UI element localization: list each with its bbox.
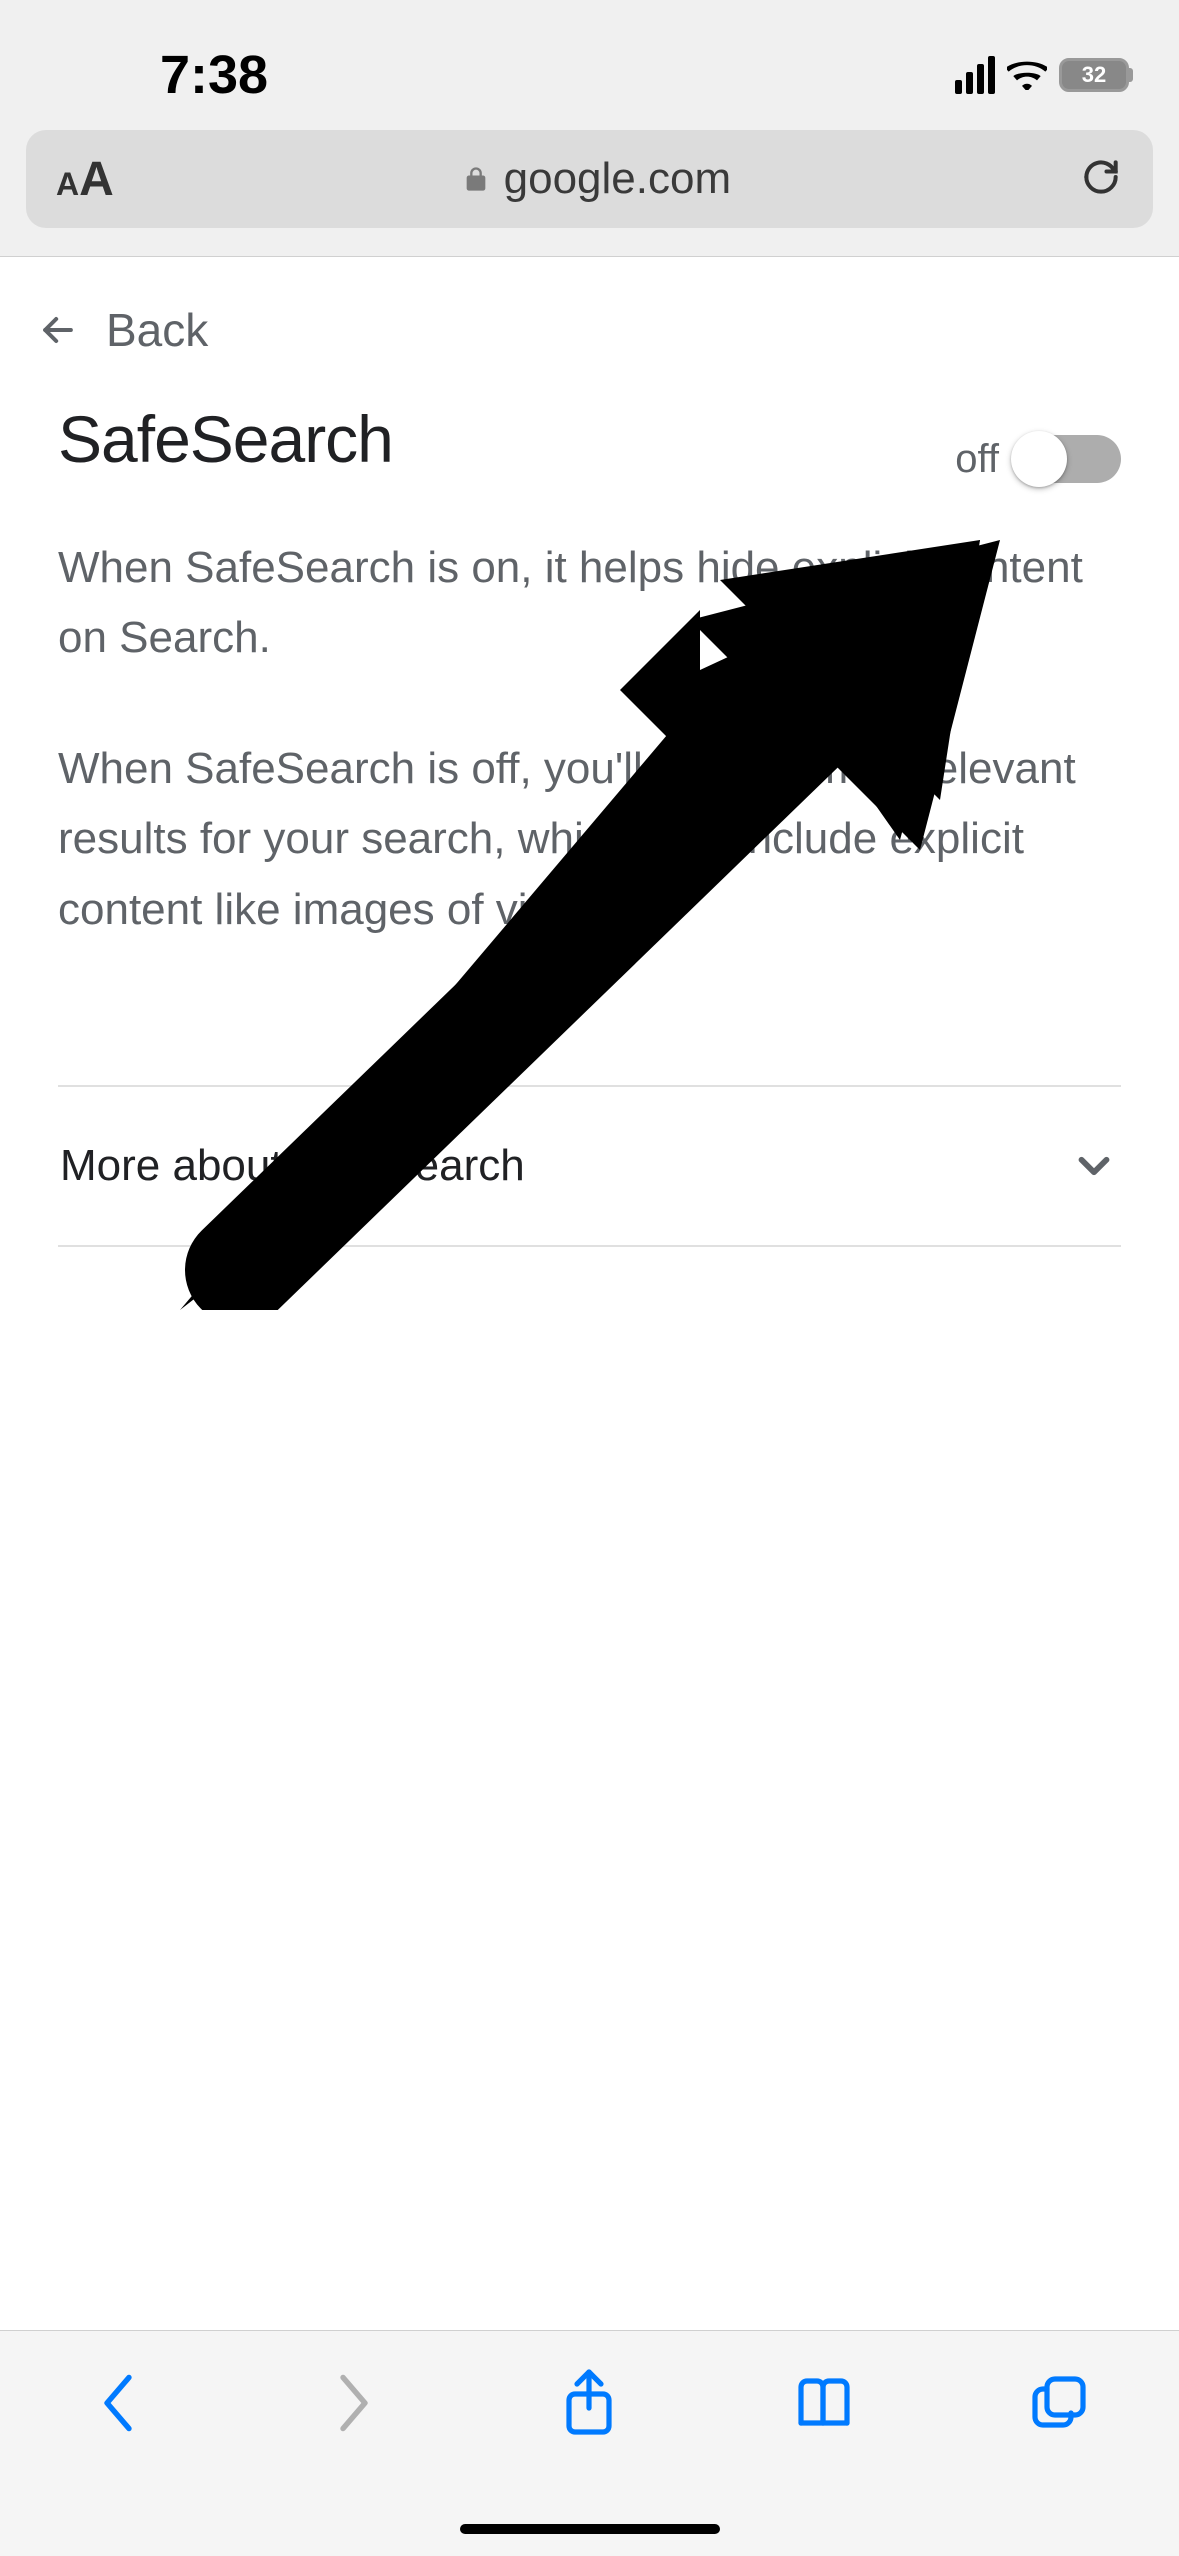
chevron-down-icon [1069,1141,1119,1191]
page-content: Back SafeSearch off When SafeSearch is o… [0,257,1179,1247]
lock-icon [462,165,490,193]
tabs-button[interactable] [1029,2371,1093,2435]
description-paragraph-1: When SafeSearch is on, it helps hide exp… [58,533,1121,674]
cell-signal-icon [955,56,995,94]
clock-time: 7:38 [50,44,268,106]
arrow-left-icon [36,308,80,352]
url-area[interactable]: google.com [114,154,1079,204]
home-indicator[interactable] [460,2524,720,2534]
back-label: Back [106,303,208,357]
page-title: SafeSearch [58,401,393,477]
toggle-knob [1011,431,1067,487]
safesearch-toggle-group: off [955,435,1121,483]
status-bar: 7:38 32 [0,0,1179,110]
address-bar[interactable]: AA google.com [26,130,1153,228]
browser-chrome: AA google.com [0,110,1179,257]
more-section: More about SafeSearch [58,1085,1121,1247]
safari-bottom-toolbar [0,2330,1179,2556]
battery-icon: 32 [1059,58,1129,92]
description-paragraph-2: When SafeSearch is off, you'll see the m… [58,734,1121,945]
toggle-state-label: off [955,437,999,482]
text-size-button[interactable]: AA [56,152,114,207]
share-button[interactable] [557,2371,621,2435]
battery-percent: 32 [1062,62,1126,88]
bookmarks-button[interactable] [793,2371,857,2435]
more-about-safesearch[interactable]: More about SafeSearch [58,1087,1121,1245]
settings-title-row: SafeSearch off [58,395,1121,483]
more-label: More about SafeSearch [60,1141,525,1191]
nav-back-button[interactable] [86,2371,150,2435]
wifi-icon [1007,60,1047,90]
nav-forward-button[interactable] [322,2371,386,2435]
reload-button[interactable] [1079,155,1123,204]
back-button[interactable]: Back [0,257,1179,395]
settings-description: When SafeSearch is on, it helps hide exp… [58,533,1121,945]
status-icons: 32 [955,56,1129,94]
url-text: google.com [504,154,731,204]
safesearch-toggle[interactable] [1013,435,1121,483]
